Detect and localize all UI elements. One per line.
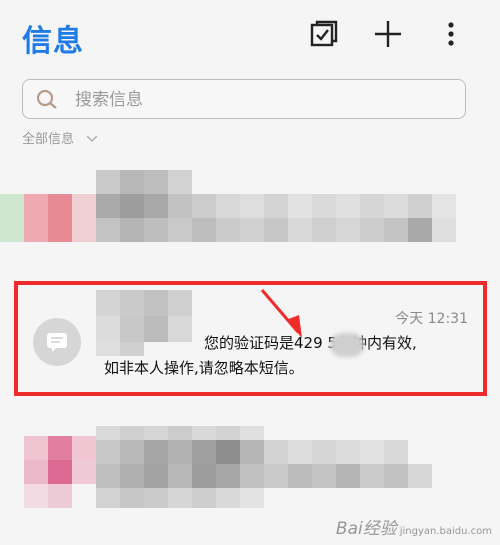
search-icon (34, 89, 60, 115)
filter-dropdown[interactable]: 全部信息 (22, 128, 98, 147)
chevron-down-icon (86, 132, 98, 147)
search-bar[interactable] (22, 79, 466, 119)
search-input[interactable] (73, 86, 457, 114)
more-vertical-icon[interactable] (437, 18, 465, 50)
watermark-sub: jingyan.baidu.com (399, 526, 492, 537)
blurred-code (330, 333, 364, 357)
message-avatar (33, 318, 81, 366)
filter-label: 全部信息 (22, 132, 75, 147)
message-text-line2: 如非本人操作,请忽略本短信。 (104, 359, 304, 377)
chat-bubble-icon (47, 333, 67, 352)
watermark-text: Bai经验 (335, 519, 397, 539)
watermark: Bai经验 jingyan.baidu.com (336, 514, 492, 539)
verification-message-item[interactable]: 今天 12:31 您的验证码是429 5分钟内有效, 如非本人操作,请忽略本短信… (0, 262, 500, 410)
blurred-list-item[interactable] (0, 170, 470, 250)
plus-icon[interactable] (372, 18, 404, 50)
message-time: 今天 12:31 (395, 311, 468, 327)
app-title: 信息 (22, 24, 84, 59)
blurred-list-item[interactable] (0, 422, 470, 510)
select-icon[interactable] (308, 18, 340, 50)
message-text-line1: 您的验证码是429 5分钟内有效, (204, 334, 417, 352)
